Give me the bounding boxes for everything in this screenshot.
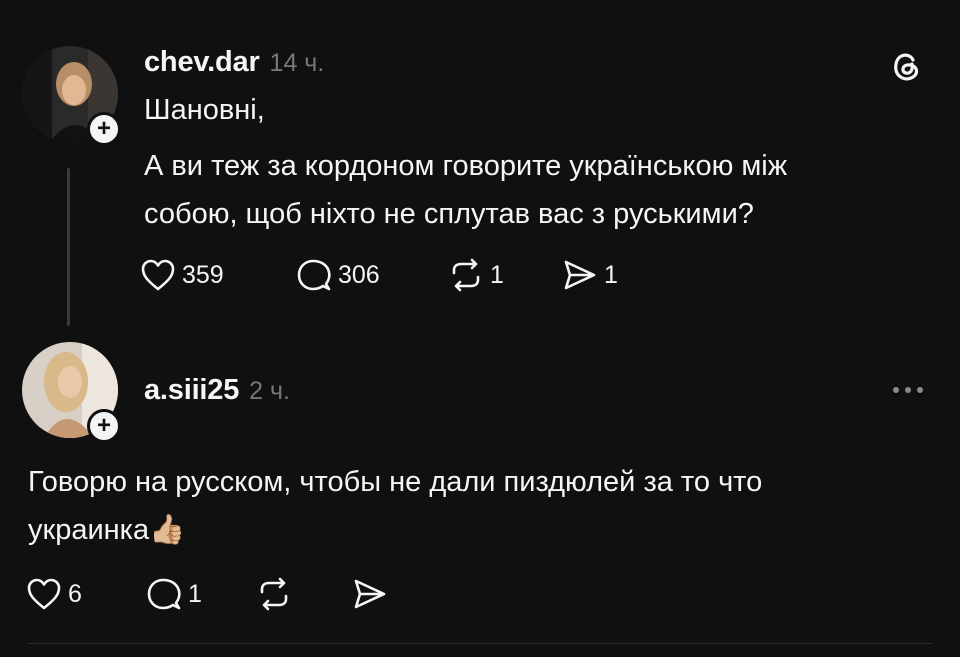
- comment-bubble-icon: [297, 259, 331, 291]
- reply-repost-button[interactable]: [256, 577, 292, 611]
- like-button[interactable]: 359: [140, 258, 224, 292]
- reply-comment-count: 1: [188, 579, 202, 608]
- threads-logo-icon[interactable]: [888, 48, 924, 84]
- heart-icon: [27, 578, 61, 610]
- reply-body: Говорю на русском, чтобы не дали пиздюле…: [28, 458, 932, 554]
- reply-comment-button[interactable]: 1: [146, 577, 202, 611]
- reply-header: a.siii25 2 ч.: [144, 374, 290, 407]
- feed-divider: [28, 643, 932, 644]
- comment-button[interactable]: 306: [296, 258, 380, 292]
- reply-body-text: Говорю на русском, чтобы не дали пиздюле…: [28, 466, 763, 546]
- post-username[interactable]: chev.dar: [144, 46, 260, 78]
- comment-count: 306: [338, 260, 380, 289]
- share-button[interactable]: 1: [562, 258, 618, 292]
- thumbs-up-emoji: 👍🏼: [149, 514, 186, 546]
- reply-like-count: 6: [68, 579, 82, 608]
- post-greeting: Шановні,: [144, 94, 265, 126]
- thread-connector-line: [67, 168, 70, 326]
- repost-icon: [260, 577, 288, 611]
- send-icon: [354, 579, 386, 609]
- reply-share-button[interactable]: [352, 577, 388, 611]
- like-count: 359: [182, 260, 224, 289]
- reply-username[interactable]: a.siii25: [144, 374, 239, 406]
- reply-time: 2 ч.: [249, 377, 290, 405]
- repost-icon: [452, 258, 480, 292]
- post-header: chev.dar 14 ч.: [144, 46, 324, 79]
- repost-button[interactable]: 1: [448, 258, 504, 292]
- post-time: 14 ч.: [269, 49, 325, 77]
- reply-follow-button[interactable]: +: [87, 409, 121, 443]
- more-dots-icon[interactable]: [888, 380, 928, 400]
- send-icon: [564, 260, 596, 290]
- follow-button[interactable]: +: [87, 112, 121, 146]
- comment-bubble-icon: [147, 578, 181, 610]
- repost-count: 1: [490, 260, 504, 289]
- heart-icon: [141, 259, 175, 291]
- share-count: 1: [604, 260, 618, 289]
- reply-like-button[interactable]: 6: [26, 577, 82, 611]
- post-body: А ви теж за кордоном говорите українсько…: [144, 150, 788, 230]
